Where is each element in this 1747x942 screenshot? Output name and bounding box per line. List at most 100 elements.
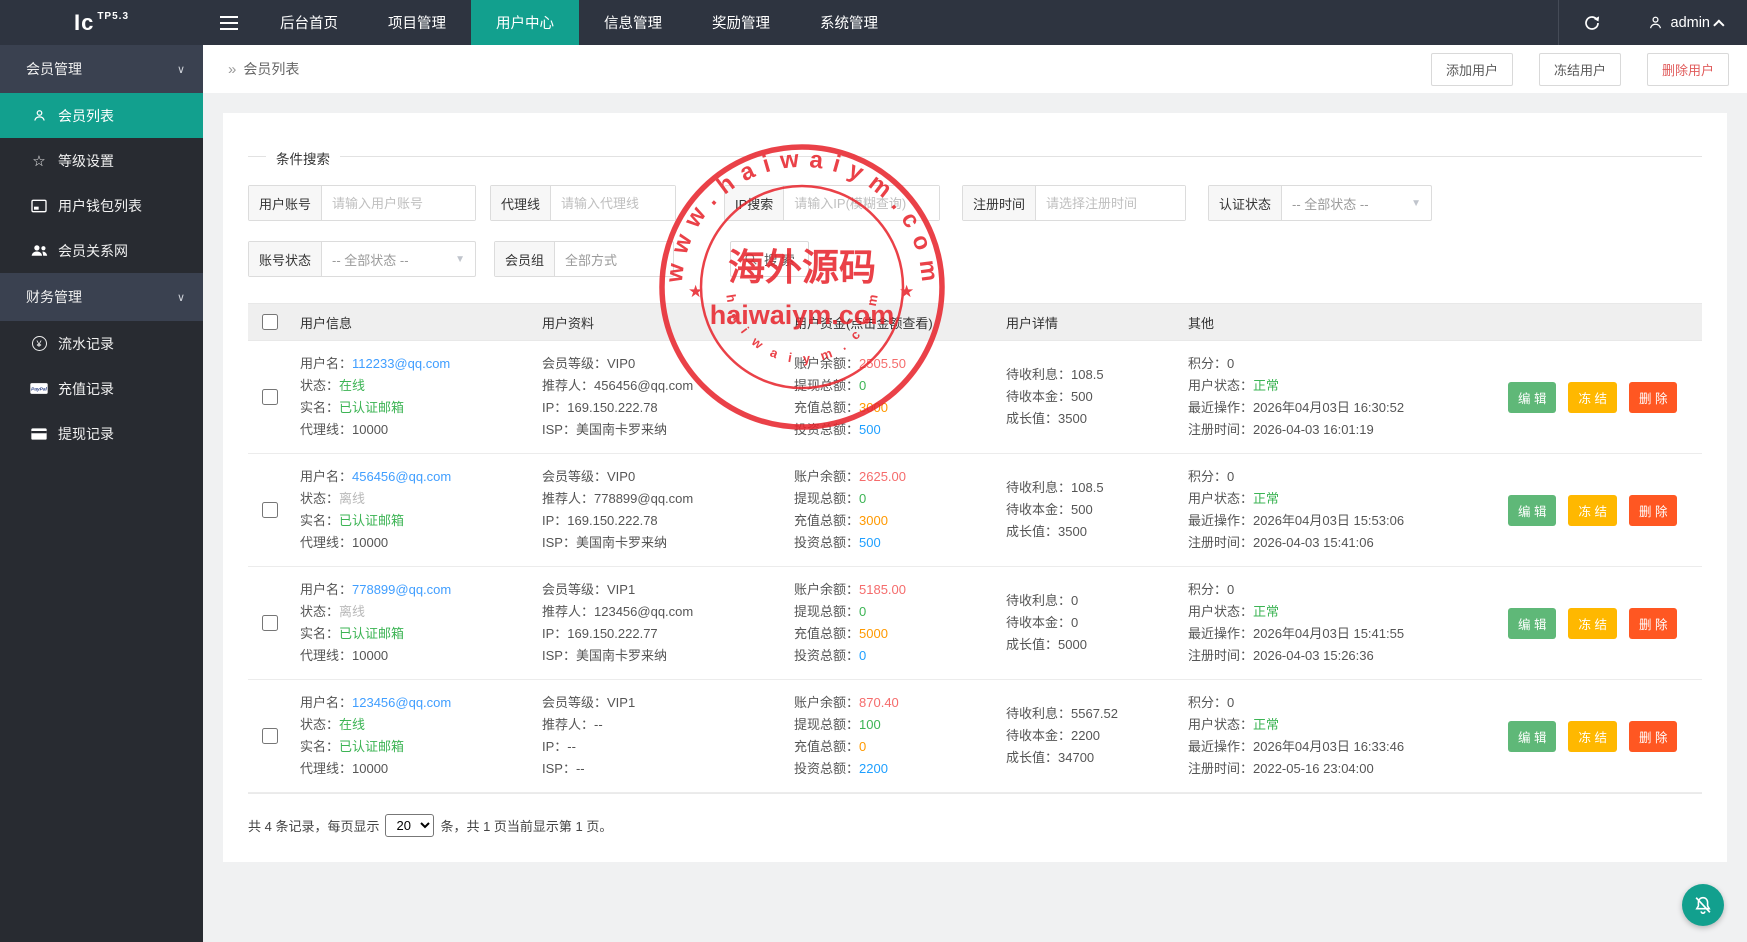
field-label: 会员等级：: [542, 695, 607, 710]
delete-button[interactable]: 删 除: [1629, 608, 1677, 639]
freeze-button[interactable]: 冻 结: [1568, 382, 1616, 413]
pending-principal-value: 500: [1071, 389, 1093, 404]
delete-button[interactable]: 删 除: [1629, 721, 1677, 752]
top-menu-item[interactable]: 项目管理: [363, 0, 471, 45]
mute-notifications-button[interactable]: [1682, 884, 1724, 926]
field-label: 状态：: [300, 491, 339, 506]
invest-total-value[interactable]: 2200: [859, 761, 888, 776]
sidebar-item-label: 用户钱包列表: [58, 196, 142, 216]
select-value: -- 全部状态 --: [332, 250, 409, 269]
vip-level: VIP1: [607, 582, 635, 597]
search-button[interactable]: 搜 索: [730, 241, 809, 277]
auth-status-select[interactable]: -- 全部状态 -- ▼: [1282, 186, 1431, 220]
sidebar-item-withdraw-record[interactable]: 提现记录: [0, 411, 203, 456]
row-checkbox[interactable]: [262, 615, 278, 631]
table-header: 用户信息 用户资料 用户资金(点击金额查看) 用户详情 其他: [248, 303, 1702, 341]
top-menu-item[interactable]: 系统管理: [795, 0, 903, 45]
row-checkbox[interactable]: [262, 728, 278, 744]
page-size-select[interactable]: 20: [385, 814, 434, 837]
delete-button[interactable]: 删 除: [1629, 495, 1677, 526]
account-status-select[interactable]: -- 全部状态 -- ▼: [322, 242, 475, 276]
search-icon: [744, 252, 758, 266]
delete-button[interactable]: 删 除: [1629, 382, 1677, 413]
freeze-button[interactable]: 冻 结: [1568, 721, 1616, 752]
recharge-total-value[interactable]: 5000: [859, 626, 888, 641]
recharge-total-value[interactable]: 3000: [859, 400, 888, 415]
member-group-select[interactable]: 全部方式: [555, 242, 673, 276]
username-link[interactable]: 778899@qq.com: [352, 582, 451, 597]
realname-status: 已认证邮箱: [339, 513, 404, 528]
isp-value: 美国南卡罗来纳: [576, 422, 667, 437]
user-status-value: 正常: [1253, 378, 1279, 393]
recharge-total-value[interactable]: 3000: [859, 513, 888, 528]
field-label: IP：: [542, 513, 567, 528]
sidebar-item-label: 流水记录: [58, 334, 114, 354]
invest-total-value[interactable]: 500: [859, 422, 881, 437]
edit-button[interactable]: 编 辑: [1508, 382, 1556, 413]
field-label: 注册时间：: [1188, 761, 1253, 776]
top-menu-item[interactable]: 用户中心: [471, 0, 579, 45]
balance-value[interactable]: 870.40: [859, 695, 899, 710]
edit-button[interactable]: 编 辑: [1508, 721, 1556, 752]
field-label: 积分：: [1188, 582, 1227, 597]
filter-account-status: 账号状态 -- 全部状态 -- ▼: [248, 241, 476, 277]
edit-button[interactable]: 编 辑: [1508, 495, 1556, 526]
withdraw-total-value[interactable]: 100: [859, 717, 881, 732]
pending-interest-value: 0: [1071, 593, 1078, 608]
withdraw-total-value[interactable]: 0: [859, 491, 866, 506]
edit-button[interactable]: 编 辑: [1508, 608, 1556, 639]
refresh-button[interactable]: [1558, 0, 1625, 45]
row-checkbox[interactable]: [262, 389, 278, 405]
recharge-total-value[interactable]: 0: [859, 739, 866, 754]
user-menu[interactable]: admin: [1625, 0, 1747, 45]
field-label: 最近操作：: [1188, 626, 1253, 641]
balance-value[interactable]: 2625.00: [859, 469, 906, 484]
row-checkbox[interactable]: [262, 502, 278, 518]
top-menu-item[interactable]: 奖励管理: [687, 0, 795, 45]
sidebar-item-flow-record[interactable]: ¥ 流水记录: [0, 321, 203, 366]
register-time-input[interactable]: [1036, 186, 1185, 220]
filter-agent-line: 代理线: [490, 185, 676, 221]
sidebar-item-relation-net[interactable]: 会员关系网: [0, 228, 203, 273]
field-label: 推荐人：: [542, 604, 594, 619]
agent-line-input[interactable]: [551, 186, 675, 220]
points-value: 0: [1227, 469, 1234, 484]
yen-icon: ¥: [30, 336, 48, 351]
sidebar-item-recharge-record[interactable]: PayPal 充值记录: [0, 366, 203, 411]
sidebar-group-member[interactable]: 会员管理 ∨: [0, 45, 203, 93]
isp-value: 美国南卡罗来纳: [576, 648, 667, 663]
user-account-input[interactable]: [322, 186, 475, 220]
chevron-down-icon: ∨: [177, 291, 185, 304]
balance-value[interactable]: 5185.00: [859, 582, 906, 597]
balance-value[interactable]: 2505.50: [859, 356, 906, 371]
sidebar-item-wallet-list[interactable]: 用户钱包列表: [0, 183, 203, 228]
top-menu-item[interactable]: 后台首页: [255, 0, 363, 45]
filter-label: 注册时间: [963, 186, 1036, 220]
hamburger-menu-icon[interactable]: [203, 0, 255, 45]
filter-area: 用户账号 代理线 IP搜索 注册时间 认证状态: [248, 185, 1702, 277]
freeze-button[interactable]: 冻 结: [1568, 608, 1616, 639]
field-label: 提现总额：: [794, 717, 859, 732]
field-label: 用户名：: [300, 356, 352, 371]
top-menu-item[interactable]: 信息管理: [579, 0, 687, 45]
filter-register-time: 注册时间: [962, 185, 1186, 221]
select-all-checkbox[interactable]: [262, 314, 278, 330]
sidebar-item-member-list[interactable]: 会员列表: [0, 93, 203, 138]
withdraw-total-value[interactable]: 0: [859, 604, 866, 619]
ip-search-input[interactable]: [784, 186, 939, 220]
add-user-button[interactable]: 添加用户: [1431, 53, 1513, 86]
sidebar: 会员管理 ∨ 会员列表 ☆ 等级设置 用户钱包列表 会员关系网 财务管理 ∨ ¥…: [0, 45, 203, 942]
username-link[interactable]: 123456@qq.com: [352, 695, 451, 710]
sidebar-group-finance[interactable]: 财务管理 ∨: [0, 273, 203, 321]
username-link[interactable]: 112233@qq.com: [352, 356, 450, 371]
withdraw-total-value[interactable]: 0: [859, 378, 866, 393]
invest-total-value[interactable]: 0: [859, 648, 866, 663]
freeze-user-button[interactable]: 冻结用户: [1539, 53, 1621, 86]
agent-line-value: 10000: [352, 422, 388, 437]
invest-total-value[interactable]: 500: [859, 535, 881, 550]
freeze-button[interactable]: 冻 结: [1568, 495, 1616, 526]
username-link[interactable]: 456456@qq.com: [352, 469, 451, 484]
delete-user-button[interactable]: 删除用户: [1647, 53, 1729, 86]
sidebar-item-level-setting[interactable]: ☆ 等级设置: [0, 138, 203, 183]
agent-line-value: 10000: [352, 648, 388, 663]
